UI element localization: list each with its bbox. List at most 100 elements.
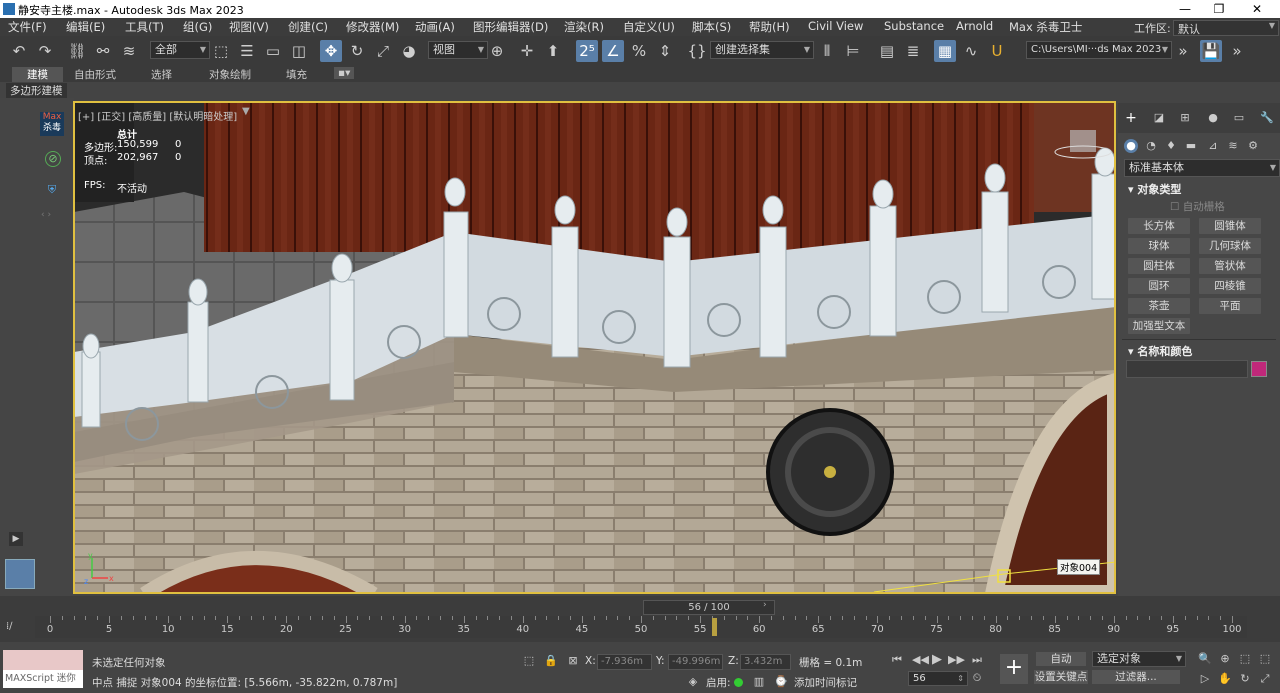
field-of-view-icon[interactable]: ▷ bbox=[1198, 672, 1212, 686]
maximize-button[interactable]: ❐ bbox=[1202, 0, 1236, 18]
go-to-end-icon[interactable]: ⏭ bbox=[970, 653, 984, 667]
percent-snap-icon[interactable]: % bbox=[628, 40, 650, 62]
menu-rendering[interactable]: 渲染(R) bbox=[564, 19, 604, 35]
zoom-extents-icon[interactable]: ⬚ bbox=[1238, 652, 1252, 666]
unlink-icon[interactable]: ⚯ bbox=[92, 40, 114, 62]
sphere-button[interactable]: 球体 bbox=[1128, 238, 1190, 254]
zoom-all-icon[interactable]: ⊕ bbox=[1218, 652, 1232, 666]
menu-view[interactable]: 视图(V) bbox=[229, 19, 269, 35]
menu-help[interactable]: 帮助(H) bbox=[749, 19, 790, 35]
play-small-icon[interactable]: ▶ bbox=[9, 532, 23, 546]
menu-customize[interactable]: 自定义(U) bbox=[623, 19, 675, 35]
project-path-dropdown[interactable]: C:\Users\MI···ds Max 2023 ▼ bbox=[1026, 41, 1172, 59]
plane-button[interactable]: 平面 bbox=[1199, 298, 1261, 314]
align-icon[interactable]: ⊨ bbox=[842, 40, 864, 62]
rect-selection-icon[interactable]: ▭ bbox=[262, 40, 284, 62]
adaptive-degradation-icon[interactable]: ◈ bbox=[686, 675, 700, 689]
maximize-viewport-icon[interactable]: ⤢ bbox=[1258, 672, 1272, 686]
track-bar-toggle-icon[interactable]: ⁞∕ bbox=[6, 621, 13, 632]
pivot-center-icon[interactable]: ⊕ bbox=[486, 40, 508, 62]
ribbon-options-icon[interactable]: ▪▾ bbox=[334, 67, 355, 79]
layer-explorer-icon[interactable]: ≣ bbox=[902, 40, 924, 62]
close-button[interactable]: ✕ bbox=[1240, 0, 1274, 18]
select-scale-icon[interactable]: ⤢ bbox=[372, 40, 394, 62]
menu-graph-editors[interactable]: 图形编辑器(D) bbox=[473, 19, 548, 35]
box-button[interactable]: 长方体 bbox=[1128, 218, 1190, 234]
maxscript-mini-input[interactable]: MAXScript 迷你 bbox=[3, 670, 83, 688]
geometry-icon[interactable]: ● bbox=[1124, 139, 1138, 153]
menu-max-antivirus[interactable]: Max 杀毒卫士 bbox=[1009, 19, 1082, 35]
minimize-button[interactable]: — bbox=[1168, 0, 1202, 18]
arrows-icon[interactable]: ‹ › bbox=[41, 210, 51, 220]
add-time-tag[interactable]: 添加时间标记 bbox=[794, 675, 857, 690]
expand-icon[interactable]: » bbox=[1172, 40, 1194, 62]
selection-filter-dropdown[interactable]: 全部 ▼ bbox=[150, 41, 210, 59]
systems-icon[interactable]: ⚙ bbox=[1246, 139, 1260, 153]
x-coord-field[interactable]: -7.936m bbox=[597, 654, 652, 670]
tab-object-paint[interactable]: 对象绘制 bbox=[209, 67, 251, 82]
select-rotate-icon[interactable]: ↻ bbox=[346, 40, 368, 62]
torus-button[interactable]: 圆环 bbox=[1128, 278, 1190, 294]
object-color-swatch[interactable] bbox=[1251, 361, 1267, 377]
zoom-extents-all-icon[interactable]: ⬚ bbox=[1258, 652, 1272, 666]
viewport-label[interactable]: [+] [正交] [高质量] [默认明暗处理] bbox=[78, 108, 237, 123]
current-frame-field[interactable]: 56 ⇕ bbox=[908, 671, 968, 686]
set-key-button[interactable]: 设置关键点 bbox=[1034, 670, 1088, 684]
menu-substance[interactable]: Substance bbox=[884, 19, 944, 33]
expand-more-icon[interactable]: » bbox=[1226, 40, 1248, 62]
select-by-name-icon[interactable]: ☰ bbox=[236, 40, 258, 62]
name-color-rollout[interactable]: ▾ 名称和颜色 bbox=[1128, 343, 1192, 359]
teapot-button[interactable]: 茶壶 bbox=[1128, 298, 1190, 314]
menu-civil-view[interactable]: Civil View bbox=[808, 19, 863, 33]
redo-icon[interactable]: ↷ bbox=[34, 40, 56, 62]
link-icon[interactable]: ⛓ bbox=[66, 40, 88, 62]
cameras-icon[interactable]: ▬ bbox=[1184, 139, 1198, 153]
filters-button[interactable]: 过滤器... bbox=[1092, 670, 1180, 684]
absolute-mode-icon[interactable]: ⊠ bbox=[566, 654, 580, 668]
polygon-modeling-panel[interactable]: 多边形建模 bbox=[6, 83, 67, 98]
mirror-icon[interactable]: ⫴ bbox=[816, 40, 838, 62]
textplus-button[interactable]: 加强型文本 bbox=[1128, 318, 1190, 334]
window-crossing-icon[interactable]: ◫ bbox=[288, 40, 310, 62]
tab-populate[interactable]: 填充 bbox=[286, 67, 307, 82]
go-to-start-icon[interactable]: ⏮ bbox=[890, 653, 904, 667]
max-antivirus-button[interactable]: Max 杀毒 bbox=[40, 112, 64, 136]
time-tag-icon[interactable]: ⌚ bbox=[774, 675, 788, 689]
viewport-layout-button[interactable] bbox=[5, 559, 35, 589]
isolate-icon[interactable]: ⬚ bbox=[522, 654, 536, 668]
create-tab-icon[interactable]: + bbox=[1124, 111, 1138, 125]
lights-icon[interactable]: ♦ bbox=[1164, 139, 1178, 153]
menu-edit[interactable]: 编辑(E) bbox=[66, 19, 105, 35]
geosphere-button[interactable]: 几何球体 bbox=[1199, 238, 1261, 254]
shield-icon[interactable]: ⛨ bbox=[45, 183, 59, 197]
menu-animation[interactable]: 动画(A) bbox=[415, 19, 455, 35]
bind-spacewarp-icon[interactable]: ≋ bbox=[118, 40, 140, 62]
enable-indicator[interactable] bbox=[734, 678, 743, 687]
material-editor-icon[interactable]: U bbox=[986, 40, 1008, 62]
auto-backup-icon[interactable]: ▥ bbox=[752, 675, 766, 689]
key-filter-dropdown[interactable]: 选定对象 ▼ bbox=[1092, 651, 1186, 667]
motion-tab-icon[interactable]: ● bbox=[1206, 111, 1220, 125]
time-slider[interactable]: 56 / 100 bbox=[643, 600, 775, 615]
maxscript-listener[interactable] bbox=[3, 650, 83, 670]
autogrid-checkbox[interactable]: ☐ 自动栅格 bbox=[1170, 199, 1225, 214]
time-marker[interactable] bbox=[712, 618, 717, 636]
angle-snap-icon[interactable]: ∠ bbox=[602, 40, 624, 62]
filter-icon[interactable]: ▼ bbox=[242, 106, 250, 117]
modify-tab-icon[interactable]: ◪ bbox=[1152, 111, 1166, 125]
display-tab-icon[interactable]: ▭ bbox=[1232, 111, 1246, 125]
menu-tools[interactable]: 工具(T) bbox=[125, 19, 164, 35]
lock-icon[interactable]: 🔒 bbox=[544, 654, 558, 668]
set-key-big-icon[interactable]: + bbox=[1000, 654, 1028, 684]
spinner-snap-icon[interactable]: ⇕ bbox=[654, 40, 676, 62]
select-object-icon[interactable]: ⬚ bbox=[210, 40, 232, 62]
curve-editor-icon[interactable]: ∿ bbox=[960, 40, 982, 62]
workspace-dropdown[interactable]: 默认 ▼ bbox=[1173, 20, 1279, 36]
next-key-icon[interactable]: ▶▶ bbox=[948, 653, 965, 667]
manipulate-icon[interactable]: ✛ bbox=[516, 40, 538, 62]
tab-modeling[interactable]: 建模 bbox=[12, 67, 63, 82]
toggle-ribbon-icon[interactable]: ▦ bbox=[934, 40, 956, 62]
menu-group[interactable]: 组(G) bbox=[183, 19, 212, 35]
track-bar[interactable]: 0 5 10 15 20 25 30 35 40 45 50 55 60 65 70 75 80 85 90 95 10… bbox=[35, 616, 1247, 638]
menu-create[interactable]: 创建(C) bbox=[288, 19, 328, 35]
